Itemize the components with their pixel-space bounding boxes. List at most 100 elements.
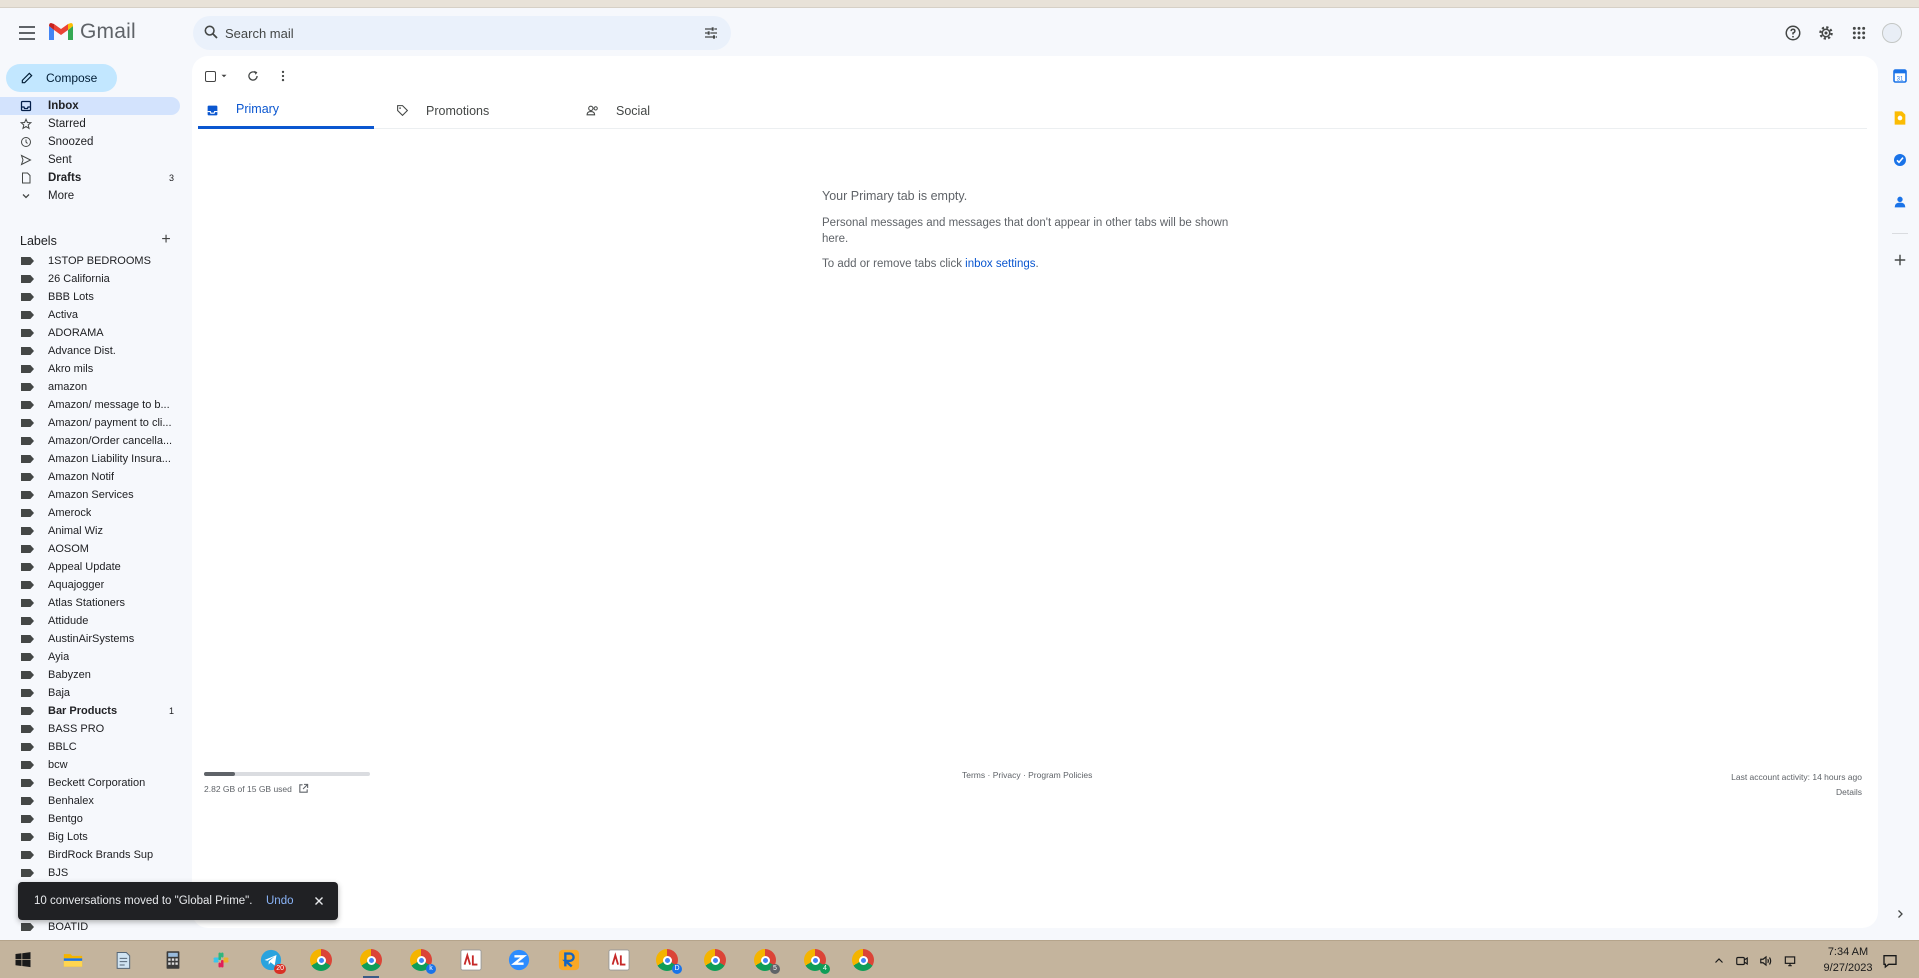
nav-item-drafts[interactable]: Drafts 3: [0, 169, 180, 187]
add-label-icon[interactable]: +: [158, 232, 174, 248]
undo-button[interactable]: Undo: [266, 895, 294, 907]
label-item[interactable]: ADORAMA: [0, 324, 180, 342]
nav-item-sent[interactable]: Sent: [0, 151, 180, 169]
label-item[interactable]: AOSOM: [0, 540, 180, 558]
volume-icon[interactable]: [1758, 951, 1774, 971]
apps-grid-icon[interactable]: [1848, 22, 1870, 44]
r-app-icon[interactable]: [556, 947, 582, 973]
label-item[interactable]: Amazon/Order cancella...: [0, 432, 180, 450]
label-item[interactable]: 26 California: [0, 270, 180, 288]
chrome-icon[interactable]: [850, 947, 876, 973]
label-item[interactable]: Activa: [0, 306, 180, 324]
label-item[interactable]: Amazon Services: [0, 486, 180, 504]
filter-options-icon[interactable]: [703, 25, 719, 41]
notification-center-icon[interactable]: [1878, 951, 1902, 971]
zoom-icon[interactable]: [506, 947, 532, 973]
meet-now-icon[interactable]: [1734, 951, 1750, 971]
label-item[interactable]: Amerock: [0, 504, 180, 522]
label-tag-icon: [21, 815, 34, 823]
label-item[interactable]: Aquajogger: [0, 576, 180, 594]
chrome-icon[interactable]: [308, 947, 334, 973]
label-item[interactable]: BJS: [0, 864, 180, 882]
label-item[interactable]: Appeal Update: [0, 558, 180, 576]
program-policies-link[interactable]: Program Policies: [1028, 770, 1092, 780]
contacts-icon[interactable]: [1890, 192, 1910, 212]
label-item[interactable]: Advance Dist.: [0, 342, 180, 360]
start-icon[interactable]: [10, 947, 36, 973]
tab-label: Promotions: [426, 103, 490, 118]
tab-promotions[interactable]: Promotions: [388, 92, 564, 129]
privacy-link[interactable]: Privacy: [993, 770, 1021, 780]
label-item[interactable]: BASS PRO: [0, 720, 180, 738]
search-icon[interactable]: [203, 24, 219, 40]
label-item[interactable]: BBB Lots: [0, 288, 180, 306]
label-item[interactable]: Atlas Stationers: [0, 594, 180, 612]
compose-button[interactable]: Compose: [6, 64, 117, 92]
label-item[interactable]: Ayia: [0, 648, 180, 666]
account-avatar[interactable]: [1882, 23, 1902, 43]
system-clock[interactable]: 7:34 AM 9/27/2023: [1812, 944, 1884, 976]
keep-icon[interactable]: [1890, 108, 1910, 128]
label-item[interactable]: 1STOP BEDROOMS: [0, 252, 180, 270]
label-item[interactable]: amazon: [0, 378, 180, 396]
nav-item-more[interactable]: More: [0, 187, 180, 205]
more-options-icon[interactable]: [276, 69, 290, 83]
refresh-icon[interactable]: [246, 69, 260, 83]
chrome-icon[interactable]: [358, 947, 384, 978]
nav-item-inbox[interactable]: Inbox: [0, 97, 180, 115]
inbox-settings-link[interactable]: inbox settings: [965, 258, 1035, 270]
expand-panel-icon[interactable]: [1890, 904, 1910, 924]
nav-item-starred[interactable]: Starred: [0, 115, 180, 133]
chrome-icon[interactable]: [702, 947, 728, 973]
get-addons-icon[interactable]: [1890, 250, 1910, 270]
search-input[interactable]: [225, 16, 685, 50]
label-item[interactable]: Akro mils: [0, 360, 180, 378]
open-external-icon[interactable]: [298, 783, 309, 794]
settings-gear-icon[interactable]: [1815, 22, 1837, 44]
select-all-checkbox[interactable]: [205, 70, 216, 82]
label-item[interactable]: Amazon/ message to b...: [0, 396, 180, 414]
tab-primary[interactable]: Primary: [198, 92, 374, 129]
nav-item-snoozed[interactable]: Snoozed: [0, 133, 180, 151]
label-item[interactable]: BirdRock Brands Sup: [0, 846, 180, 864]
label-item[interactable]: Bentgo: [0, 810, 180, 828]
app-icon[interactable]: [458, 947, 484, 973]
details-link[interactable]: Details: [1731, 785, 1862, 800]
telegram-icon[interactable]: 20: [258, 947, 286, 974]
chrome-icon[interactable]: 5: [752, 947, 780, 974]
main-menu-button[interactable]: [15, 21, 39, 45]
label-item[interactable]: BBLC: [0, 738, 180, 756]
label-item[interactable]: Bar Products 1: [0, 702, 180, 720]
chrome-icon[interactable]: k: [408, 947, 436, 974]
select-dropdown-icon[interactable]: [219, 71, 229, 81]
label-item[interactable]: Attidude: [0, 612, 180, 630]
label-item[interactable]: Baja: [0, 684, 180, 702]
label-item[interactable]: Animal Wiz: [0, 522, 180, 540]
gmail-logo[interactable]: Gmail: [48, 20, 136, 44]
tasks-icon[interactable]: [1890, 150, 1910, 170]
file-explorer-icon[interactable]: [60, 947, 86, 973]
label-item[interactable]: AustinAirSystems: [0, 630, 180, 648]
chrome-icon[interactable]: D: [654, 947, 682, 974]
label-item[interactable]: bcw: [0, 756, 180, 774]
help-icon[interactable]: [1782, 22, 1804, 44]
label-item[interactable]: Beckett Corporation: [0, 774, 180, 792]
label-item[interactable]: Amazon/ payment to cli...: [0, 414, 180, 432]
label-item[interactable]: Amazon Liability Insura...: [0, 450, 180, 468]
tab-social[interactable]: Social: [578, 92, 754, 129]
chrome-icon[interactable]: 4: [802, 947, 830, 974]
notepad-icon[interactable]: [110, 947, 136, 973]
label-item[interactable]: Amazon Notif: [0, 468, 180, 486]
app-icon[interactable]: [606, 947, 632, 973]
show-hidden-icons[interactable]: [1712, 951, 1726, 971]
calendar-icon[interactable]: 31: [1890, 66, 1910, 86]
terms-link[interactable]: Terms: [962, 770, 985, 780]
close-icon[interactable]: [312, 894, 326, 908]
label-item[interactable]: BOATID: [0, 918, 180, 936]
label-item[interactable]: Benhalex: [0, 792, 180, 810]
calculator-icon[interactable]: [160, 947, 186, 973]
label-item[interactable]: Babyzen: [0, 666, 180, 684]
label-item[interactable]: Big Lots: [0, 828, 180, 846]
network-icon[interactable]: [1782, 951, 1798, 971]
slack-icon[interactable]: [208, 947, 234, 973]
